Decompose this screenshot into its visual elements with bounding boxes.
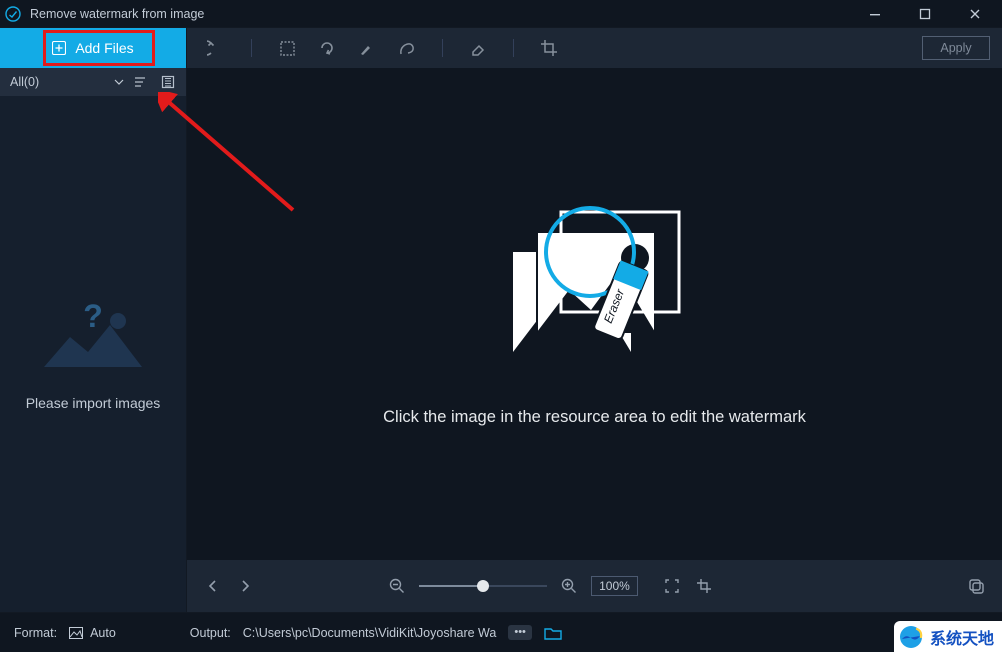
zoom-out-button[interactable] [387, 576, 407, 596]
main-area: Apply [187, 28, 1002, 612]
eraser-tool-button[interactable] [461, 34, 495, 62]
filter-select[interactable]: All(0) [10, 75, 124, 89]
format-selector[interactable]: Auto [69, 626, 116, 640]
output-more-button[interactable]: ••• [508, 625, 532, 640]
image-placeholder-icon: ? [38, 297, 148, 377]
crop-tool-button[interactable] [270, 34, 304, 62]
empty-illustration-icon: Eraser [495, 202, 695, 372]
add-files-button[interactable]: Add Files [38, 32, 147, 64]
canvas-hint-text: Click the image in the resource area to … [383, 408, 806, 427]
zoom-percent: 100% [591, 576, 638, 596]
zoom-slider[interactable] [419, 585, 547, 587]
output-label: Output: [190, 626, 231, 640]
maximize-button[interactable] [912, 1, 938, 27]
sidebar-empty-text: Please import images [26, 395, 161, 411]
zoom-in-button[interactable] [559, 576, 579, 596]
fit-screen-button[interactable] [662, 576, 682, 596]
toolbar: Apply [187, 28, 1002, 68]
minimize-button[interactable] [862, 1, 888, 27]
close-button[interactable] [962, 1, 988, 27]
sidebar: Add Files All(0) [0, 28, 187, 612]
actual-size-button[interactable] [694, 576, 714, 596]
plus-icon [52, 41, 66, 55]
compare-button[interactable] [966, 576, 986, 596]
svg-text:?: ? [83, 298, 103, 334]
next-button[interactable] [235, 576, 255, 596]
output-path: C:\Users\pc\Documents\VidiKit\Joyoshare … [243, 626, 497, 640]
format-label: Format: [14, 626, 57, 640]
lasso-tool-button[interactable] [390, 34, 424, 62]
brush-tool-button[interactable] [350, 34, 384, 62]
badge-globe-icon [898, 624, 924, 650]
app-icon [4, 5, 22, 23]
window-title: Remove watermark from image [30, 7, 854, 21]
badge-text: 系统天地 [930, 625, 994, 649]
footer: Format: Auto Output: C:\Users\pc\Documen… [0, 612, 1002, 652]
sort-button[interactable] [128, 68, 152, 96]
canvas-area: Eraser Click the image in the resource a… [187, 68, 1002, 560]
apply-button[interactable]: Apply [922, 36, 990, 60]
image-icon [69, 627, 83, 639]
open-folder-button[interactable] [544, 626, 562, 640]
title-bar: Remove watermark from image [0, 0, 1002, 28]
filter-label: All(0) [10, 75, 39, 89]
add-files-label: Add Files [75, 40, 133, 56]
prev-button[interactable] [203, 576, 223, 596]
crop-adjust-button[interactable] [532, 34, 566, 62]
format-value: Auto [90, 626, 116, 640]
chevron-down-icon [114, 77, 124, 87]
select-all-button[interactable] [156, 68, 180, 96]
undo-button[interactable] [199, 34, 233, 62]
sidebar-empty-state: ? Please import images [0, 96, 186, 612]
zoom-bar: 100% [187, 560, 1002, 612]
watermark-badge: 系统天地 [894, 621, 1002, 652]
rotate-tool-button[interactable] [310, 34, 344, 62]
